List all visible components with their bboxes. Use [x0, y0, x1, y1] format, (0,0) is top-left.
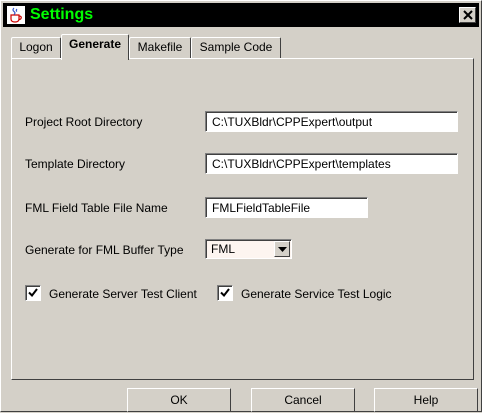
- template-dir-input[interactable]: [205, 153, 458, 174]
- settings-window: Settings Logon Generate Makefile Sample …: [0, 0, 482, 412]
- project-root-input[interactable]: [205, 111, 458, 132]
- tab-makefile[interactable]: Makefile: [129, 37, 191, 58]
- server-test-client-label: Generate Server Test Client: [49, 287, 197, 301]
- window-title: Settings: [30, 6, 94, 23]
- server-test-client-checkbox[interactable]: [25, 285, 41, 301]
- help-button[interactable]: Help: [374, 388, 478, 412]
- tab-generate-label: Generate: [68, 37, 122, 51]
- title-bar[interactable]: Settings: [3, 3, 479, 27]
- buffer-type-select[interactable]: FML: [205, 239, 292, 259]
- java-cup-icon: [7, 6, 25, 24]
- tab-logon[interactable]: Logon: [11, 37, 61, 58]
- chevron-down-icon: [278, 247, 287, 252]
- ok-button[interactable]: OK: [127, 388, 231, 412]
- project-root-label: Project Root Directory: [25, 115, 143, 129]
- service-test-logic-label: Generate Service Test Logic: [241, 287, 392, 301]
- buffer-type-label: Generate for FML Buffer Type: [25, 243, 184, 257]
- buffer-type-value: FML: [211, 242, 235, 256]
- close-icon: [463, 10, 473, 20]
- generate-panel: [11, 58, 474, 380]
- close-button[interactable]: [459, 7, 476, 23]
- tab-sample-code[interactable]: Sample Code: [191, 37, 281, 58]
- tab-logon-label: Logon: [19, 40, 53, 54]
- buffer-type-dropdown-button[interactable]: [274, 241, 290, 257]
- cancel-button[interactable]: Cancel: [251, 388, 355, 412]
- tab-generate[interactable]: Generate: [61, 34, 129, 60]
- checkmark-icon: [220, 288, 230, 298]
- checkmark-icon: [28, 288, 38, 298]
- tab-sample-code-label: Sample Code: [199, 40, 273, 54]
- template-dir-label: Template Directory: [25, 157, 126, 171]
- fml-table-label: FML Field Table File Name: [25, 201, 168, 215]
- service-test-logic-checkbox[interactable]: [217, 285, 233, 301]
- fml-table-input[interactable]: [205, 197, 368, 218]
- tab-makefile-label: Makefile: [137, 40, 183, 54]
